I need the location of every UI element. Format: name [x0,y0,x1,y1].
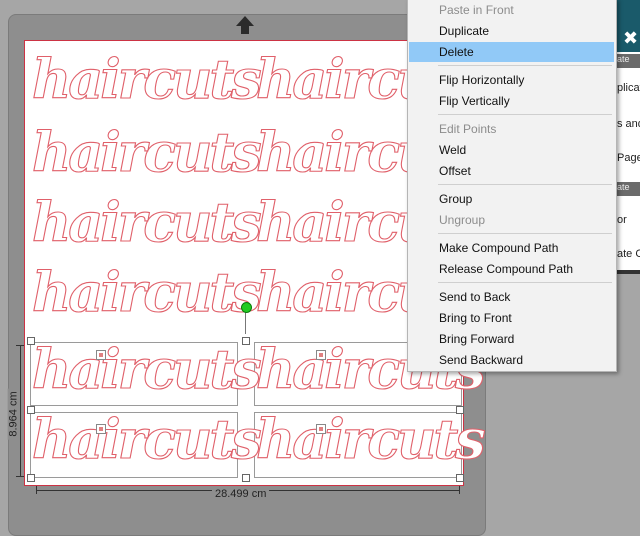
menu-item-bring-to-front[interactable]: Bring to Front [409,308,614,328]
resize-handle-top-middle[interactable] [242,337,250,345]
menu-item-weld[interactable]: Weld [409,140,614,160]
panel-option[interactable]: Page [617,152,640,164]
panel-option[interactable]: ate Co [617,248,640,260]
width-dimension-tick [36,486,37,494]
menu-item-paste-in-front[interactable]: Paste in Front [409,0,614,20]
menu-item-make-compound-path[interactable]: Make Compound Path [409,238,614,258]
menu-item-send-to-back[interactable]: Send to Back [409,287,614,307]
panel-option[interactable]: or [617,214,627,226]
menu-separator [438,114,612,115]
design-text-row4-left[interactable]: haircuts [31,264,262,319]
menu-item-group[interactable]: Group [409,189,614,209]
menu-item-delete[interactable]: Delete [409,42,614,62]
menu-item-flip-vertically[interactable]: Flip Vertically [409,91,614,111]
close-panel-icon[interactable]: ✖ [623,28,638,49]
menu-item-bring-forward[interactable]: Bring Forward [409,329,614,349]
menu-item-duplicate[interactable]: Duplicate [409,21,614,41]
design-text-row2-left[interactable]: haircuts [31,124,262,179]
move-up-arrow-icon[interactable] [234,14,256,36]
anchor-marker [96,350,106,360]
menu-separator [438,65,612,66]
design-text-row3-left[interactable]: haircuts [31,194,262,249]
menu-item-ungroup[interactable]: Ungroup [409,210,614,230]
rotate-handle[interactable] [241,302,252,313]
menu-separator [438,233,612,234]
design-text-row6-left[interactable]: haircuts [31,411,262,466]
context-menu: Paste in Front Duplicate Delete Flip Hor… [407,0,617,372]
menu-item-edit-points[interactable]: Edit Points [409,119,614,139]
menu-item-offset[interactable]: Offset [409,161,614,181]
menu-separator [438,184,612,185]
menu-separator [438,282,612,283]
height-dimension-tick [16,345,24,346]
resize-handle-middle-right[interactable] [456,406,464,414]
height-dimension-tick [16,476,24,477]
resize-handle-middle-left[interactable] [27,406,35,414]
resize-handle-top-left[interactable] [27,337,35,345]
menu-item-send-backward[interactable]: Send Backward [409,350,614,370]
panel-option[interactable]: plicate [617,82,640,94]
design-text-row5-left[interactable]: haircuts [31,341,262,396]
menu-item-flip-horizontally[interactable]: Flip Horizontally [409,70,614,90]
anchor-marker [316,424,326,434]
height-dimension-line [20,345,21,477]
anchor-marker [96,424,106,434]
rotate-connector [245,312,246,334]
resize-handle-bottom-right[interactable] [456,474,464,482]
height-dimension-label: 8.964 cm [7,388,20,440]
resize-handle-bottom-left[interactable] [27,474,35,482]
width-dimension-tick [459,486,460,494]
design-text-row6-right[interactable]: haircuts [255,411,486,466]
design-text-row1-left[interactable]: haircuts [31,51,262,106]
width-dimension-label: 28.499 cm [212,488,270,500]
menu-item-release-compound-path[interactable]: Release Compound Path [409,259,614,279]
panel-option[interactable]: s and [617,118,640,130]
resize-handle-bottom-middle[interactable] [242,474,250,482]
anchor-marker [316,350,326,360]
